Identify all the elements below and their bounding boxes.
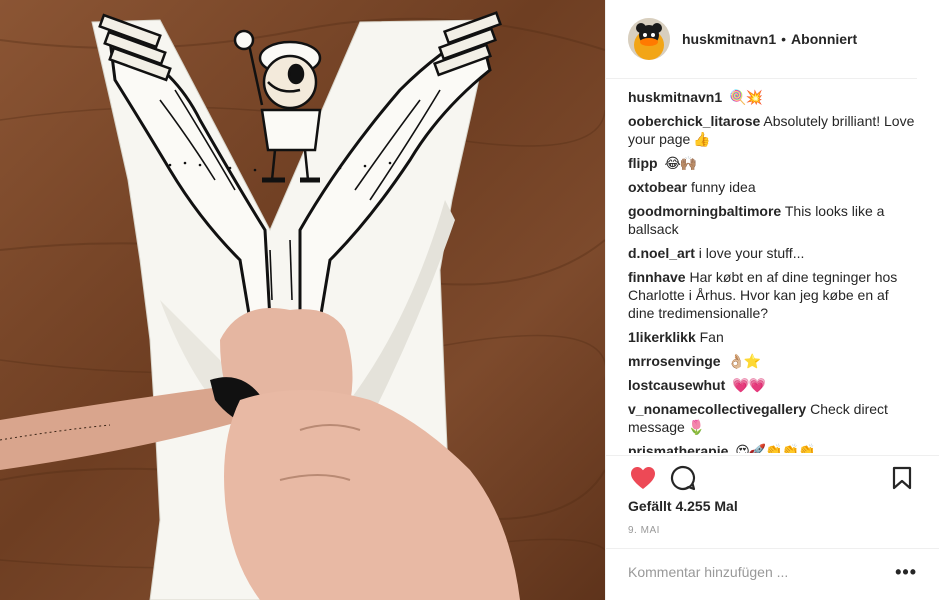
comment-username[interactable]: d.noel_art — [628, 245, 695, 261]
comment-item: 1likerklikk Fan — [628, 328, 919, 346]
bookmark-icon — [892, 466, 912, 490]
comment-item: mrrosenvinge 👌🏼⭐ — [628, 352, 919, 370]
comment-button[interactable] — [668, 463, 698, 493]
comment-text: funny idea — [691, 179, 756, 195]
comment-username[interactable]: prismatherapie — [628, 443, 728, 453]
comment-item: ooberchick_litarose Absolutely brilliant… — [628, 112, 919, 148]
more-options-button[interactable]: ••• — [895, 563, 917, 581]
comment-emoji: 👍 — [693, 131, 710, 147]
comment-username[interactable]: v_nonamecollectivegallery — [628, 401, 806, 417]
post-sidebar: huskmitnavn1 • Abonniert huskmitnavn1 🍭💥… — [605, 0, 939, 600]
comment-item: lostcausewhut 💗💗 — [628, 376, 919, 394]
post-date[interactable]: 9. MAI — [628, 525, 660, 536]
comment-item: goodmorningbaltimore This looks like a b… — [628, 202, 919, 238]
duck-avatar-icon[interactable] — [628, 18, 670, 60]
post-author-username[interactable]: huskmitnavn1 — [682, 31, 776, 47]
instagram-post: huskmitnavn1 • Abonniert huskmitnavn1 🍭💥… — [0, 0, 939, 600]
comment-username[interactable]: huskmitnavn1 — [628, 89, 722, 105]
comments-list[interactable]: huskmitnavn1 🍭💥 ooberchick_litarose Absol… — [628, 88, 919, 453]
comment-item: finnhave Har købt en af dine tegninger h… — [628, 268, 919, 322]
slingshot-drawing-image — [0, 11, 605, 600]
comment-emoji: 🍭💥 — [729, 89, 763, 105]
comment-emoji: 👌🏼⭐ — [727, 353, 761, 369]
comment-item: flipp 😂🙌🏽 — [628, 154, 919, 172]
comment-username[interactable]: lostcausewhut — [628, 377, 725, 393]
add-comment-bar: ••• — [628, 556, 917, 588]
comment-username[interactable]: flipp — [628, 155, 658, 171]
comment-item: oxtobear funny idea — [628, 178, 919, 196]
comment-text: i love your stuff... — [698, 245, 805, 261]
action-bar — [628, 463, 917, 493]
comment-item: prismatherapie 😍🚀👏👏👏 — [628, 442, 919, 453]
like-button[interactable] — [628, 463, 658, 493]
likes-count[interactable]: Gefällt 4.255 Mal — [628, 498, 738, 514]
comment-username[interactable]: oxtobear — [628, 179, 687, 195]
comment-username[interactable]: ooberchick_litarose — [628, 113, 760, 129]
comment-username[interactable]: goodmorningbaltimore — [628, 203, 781, 219]
comment-username[interactable]: 1likerklikk — [628, 329, 696, 345]
post-photo[interactable] — [0, 0, 605, 600]
comment-username[interactable]: mrrosenvinge — [628, 353, 721, 369]
follow-status-button[interactable]: Abonniert — [791, 31, 857, 47]
heart-icon — [631, 467, 655, 489]
comment-item: d.noel_art i love your stuff... — [628, 244, 919, 262]
comment-text: Fan — [699, 329, 724, 345]
comment-item: v_nonamecollectivegallery Check direct m… — [628, 400, 919, 436]
post-header: huskmitnavn1 • Abonniert — [606, 0, 917, 79]
comment-emoji: 💗💗 — [732, 377, 766, 393]
comment-emoji: 😂🙌🏽 — [664, 155, 697, 171]
divider — [606, 455, 939, 456]
comment-item: huskmitnavn1 🍭💥 — [628, 88, 919, 106]
divider — [606, 548, 939, 549]
comment-emoji: 😍🚀👏👏👏 — [735, 443, 815, 453]
comment-username[interactable]: finnhave — [628, 269, 686, 285]
save-button[interactable] — [887, 463, 917, 493]
header-separator: • — [781, 31, 787, 47]
comment-emoji: 🌷 — [687, 419, 705, 435]
comment-input[interactable] — [628, 564, 896, 580]
speech-bubble-icon — [670, 465, 696, 491]
